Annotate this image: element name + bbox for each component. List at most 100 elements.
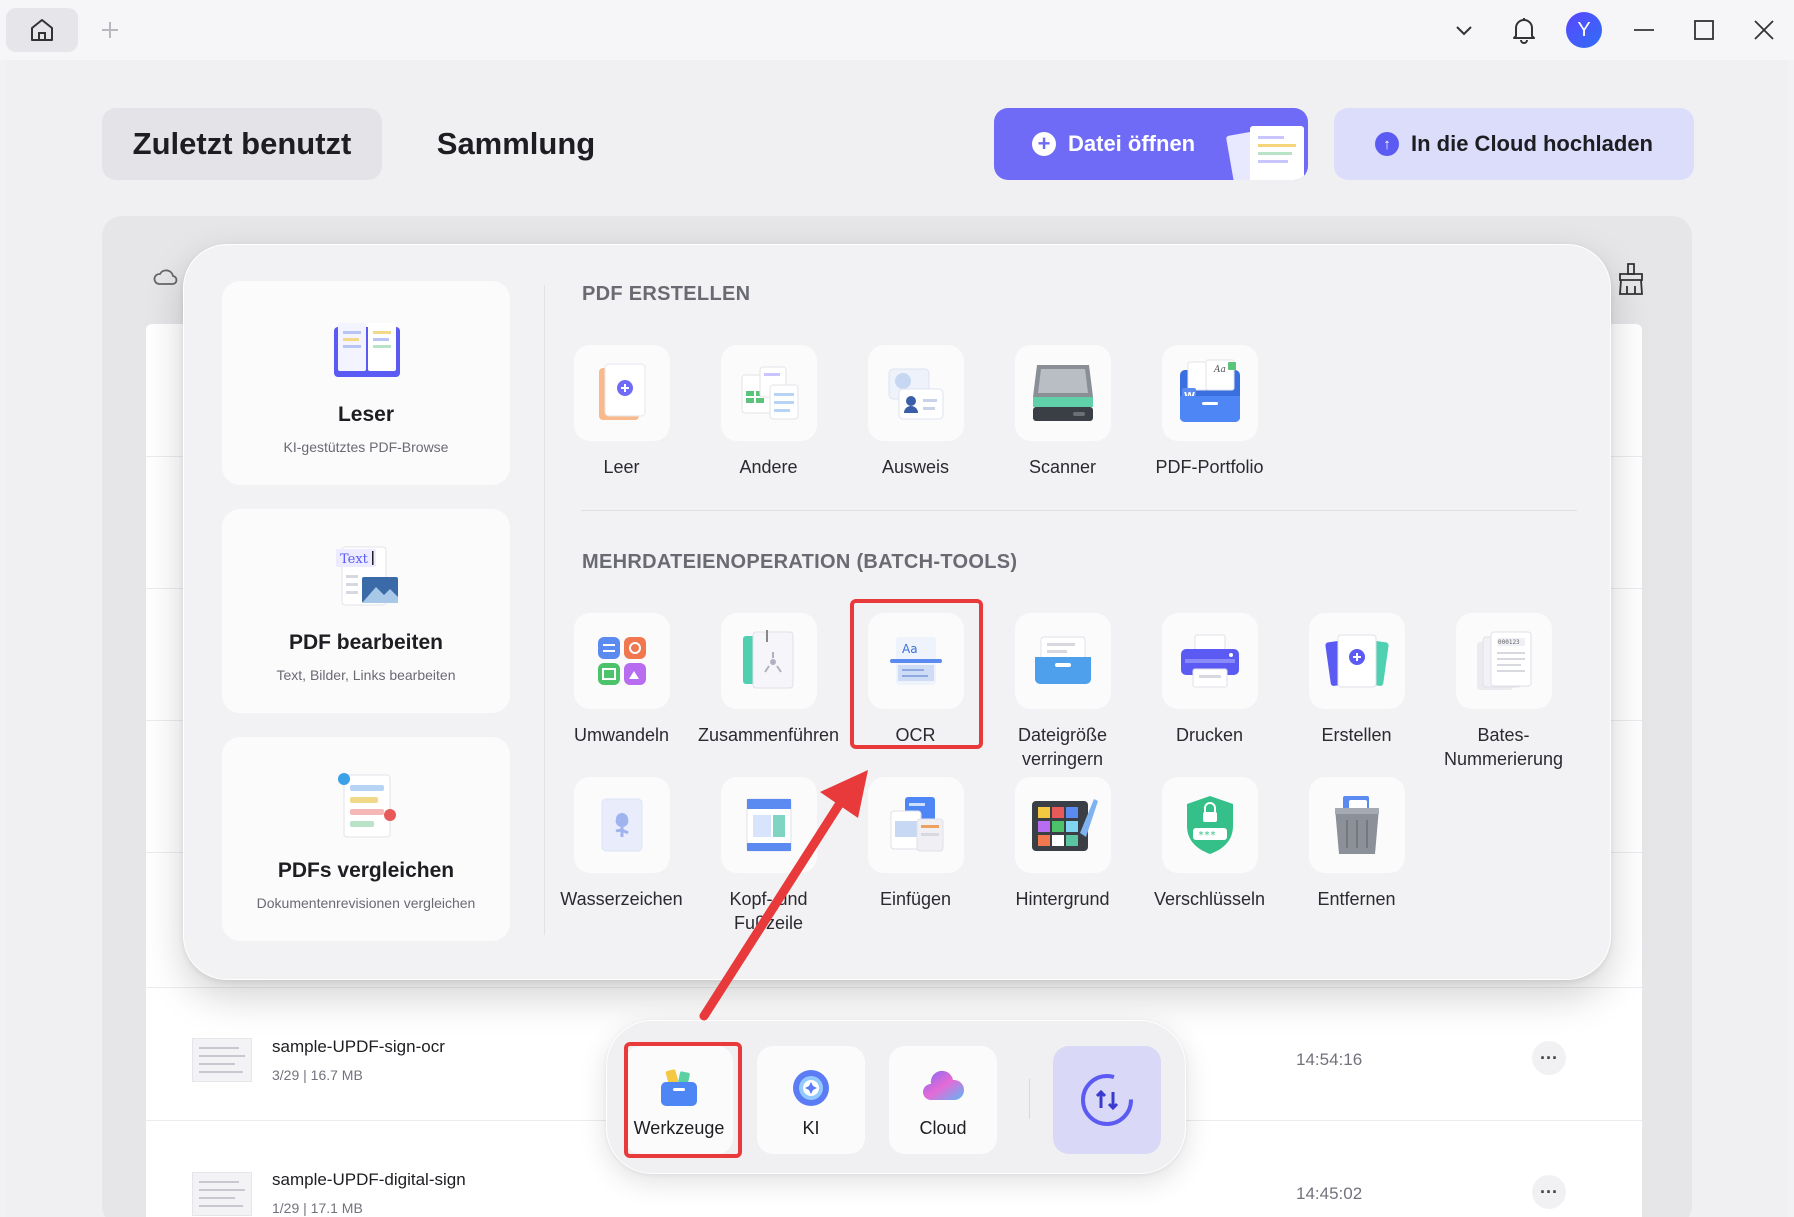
svg-text:000123: 000123	[1498, 639, 1520, 646]
tab-collection[interactable]: Sammlung	[416, 108, 616, 180]
chevron-down-icon	[1456, 26, 1472, 36]
dock-cloud-button[interactable]: Cloud	[889, 1046, 997, 1154]
tool-create[interactable]: Erstellen	[1283, 613, 1430, 747]
bell-icon	[1513, 18, 1535, 44]
close-button[interactable]	[1734, 0, 1794, 60]
title-bar: Y	[0, 0, 1794, 60]
feature-subtitle: Dokumentenrevisionen vergleichen	[256, 895, 476, 911]
tool-label: Andere	[739, 457, 798, 477]
dock-label: Cloud	[919, 1118, 967, 1138]
compare-docs-icon	[338, 773, 396, 838]
tool-label: Scanner	[1028, 457, 1097, 477]
open-file-label: Datei öffnen	[1068, 131, 1196, 156]
id-card-icon	[888, 368, 943, 420]
tool-background[interactable]: Hintergrund	[989, 777, 1136, 911]
dock-convert-button[interactable]	[1053, 1046, 1161, 1154]
file-name: sample-UPDF-sign-ocr	[272, 1037, 445, 1056]
home-tab[interactable]	[6, 8, 78, 52]
minimize-button[interactable]	[1614, 0, 1674, 60]
convert-grid-icon	[597, 637, 646, 685]
tool-bates-numbering[interactable]: 000123 Bates-Nummerierung	[1430, 613, 1577, 771]
tool-label: Drucken	[1175, 725, 1244, 745]
more-options-button[interactable]: ···	[1532, 1041, 1566, 1075]
dock-divider	[1029, 1079, 1030, 1119]
maximize-button[interactable]	[1674, 0, 1734, 60]
avatar[interactable]: Y	[1566, 12, 1602, 48]
tool-label: Zusammenführen	[697, 725, 840, 745]
tool-insert[interactable]: Einfügen	[842, 777, 989, 911]
dropdown-button[interactable]	[1434, 0, 1494, 60]
svg-text:Aa: Aa	[1213, 365, 1226, 375]
svg-text:Text: Text	[340, 552, 369, 567]
tool-label: Ausweis	[881, 457, 950, 477]
tool-label: Dateigröße verringern	[1017, 725, 1108, 769]
cloud-icon	[923, 1070, 965, 1100]
feature-compare-pdfs[interactable]: PDFs vergleichen Dokumentenrevisionen ve…	[222, 737, 510, 941]
tool-label: Entfernen	[1317, 889, 1396, 909]
file-thumbnail	[192, 1038, 252, 1082]
tool-label: Kopf- und Fußzeile	[729, 889, 808, 933]
printer-icon	[1180, 634, 1239, 688]
feature-subtitle: KI-gestütztes PDF-Browse	[283, 439, 449, 455]
more-options-button[interactable]: ···	[1532, 1175, 1566, 1209]
insert-pages-icon	[890, 797, 943, 852]
shield-lock-icon: ***	[1186, 796, 1233, 854]
tool-other[interactable]: Andere	[695, 345, 842, 479]
tool-encrypt[interactable]: *** Verschlüsseln	[1136, 777, 1283, 911]
tool-label: Erstellen	[1321, 725, 1392, 745]
compress-file-icon	[1034, 636, 1091, 684]
svg-text:***: ***	[1198, 830, 1216, 841]
background-palette-icon	[1031, 799, 1098, 851]
tool-label: Hintergrund	[1015, 889, 1110, 909]
tool-convert[interactable]: Umwandeln	[548, 613, 695, 747]
section-title-create: PDF ERSTELLEN	[582, 283, 751, 305]
header-footer-icon	[746, 798, 791, 852]
blank-page-icon	[598, 363, 645, 420]
tool-blank[interactable]: Leer	[548, 345, 695, 479]
tool-id-card[interactable]: Ausweis	[842, 345, 989, 479]
ai-assistant-icon	[793, 1070, 829, 1106]
tool-label: Umwandeln	[573, 725, 670, 745]
tab-recent[interactable]: Zuletzt benutzt	[102, 108, 382, 180]
feature-subtitle: Text, Bilder, Links bearbeiten	[276, 667, 456, 683]
tool-header-footer[interactable]: Kopf- und Fußzeile	[695, 777, 842, 935]
feature-title: PDFs vergleichen	[277, 859, 455, 882]
window-controls: Y	[1434, 0, 1794, 60]
tool-scanner[interactable]: Scanner	[989, 345, 1136, 479]
tool-compress[interactable]: Dateigröße verringern	[989, 613, 1136, 771]
plus-circle-icon: +	[1032, 132, 1056, 156]
vertical-divider	[544, 285, 545, 935]
list-divider	[146, 987, 1642, 988]
plus-icon	[102, 22, 118, 38]
clean-brush-icon[interactable]	[1616, 262, 1646, 296]
tool-label: Verschlüsseln	[1153, 889, 1266, 909]
tool-label: Bates-Nummerierung	[1443, 725, 1564, 769]
open-file-button[interactable]: + Datei öffnen	[994, 108, 1308, 180]
tool-label: Einfügen	[879, 889, 952, 909]
tools-highlight-box	[624, 1042, 742, 1158]
file-thumbnail	[192, 1172, 252, 1216]
merge-documents-icon	[742, 630, 793, 689]
upload-arrow-icon: ↑	[1375, 132, 1399, 156]
file-name: sample-UPDF-digital-sign	[272, 1170, 466, 1189]
tool-merge[interactable]: Zusammenführen	[695, 613, 842, 747]
notifications-button[interactable]	[1494, 0, 1554, 60]
file-meta: 1/29 | 17.1 MB	[272, 1200, 363, 1216]
tool-print[interactable]: Drucken	[1136, 613, 1283, 747]
feature-reader[interactable]: Leser KI-gestütztes PDF-Browse	[222, 281, 510, 485]
edit-text-image-icon: Text	[336, 546, 398, 606]
feature-edit-pdf[interactable]: Text PDF bearbeiten Text, Bilder, Links …	[222, 509, 510, 713]
cloud-sync-icon[interactable]	[152, 266, 178, 292]
new-tab-button[interactable]	[96, 14, 124, 46]
feature-title: PDF bearbeiten	[288, 631, 444, 654]
file-meta: 3/29 | 16.7 MB	[272, 1067, 363, 1083]
dock-ai-button[interactable]: KI	[757, 1046, 865, 1154]
upload-cloud-button[interactable]: ↑ In die Cloud hochladen	[1334, 108, 1694, 180]
home-icon	[31, 19, 53, 41]
feature-title: Leser	[337, 403, 395, 426]
trash-bin-icon	[1334, 796, 1379, 854]
tool-remove[interactable]: Entfernen	[1283, 777, 1430, 911]
portfolio-folder-icon: Aa W	[1179, 359, 1240, 423]
tool-pdf-portfolio[interactable]: Aa W PDF-Portfolio	[1136, 345, 1283, 479]
tool-watermark[interactable]: Wasserzeichen	[548, 777, 695, 911]
